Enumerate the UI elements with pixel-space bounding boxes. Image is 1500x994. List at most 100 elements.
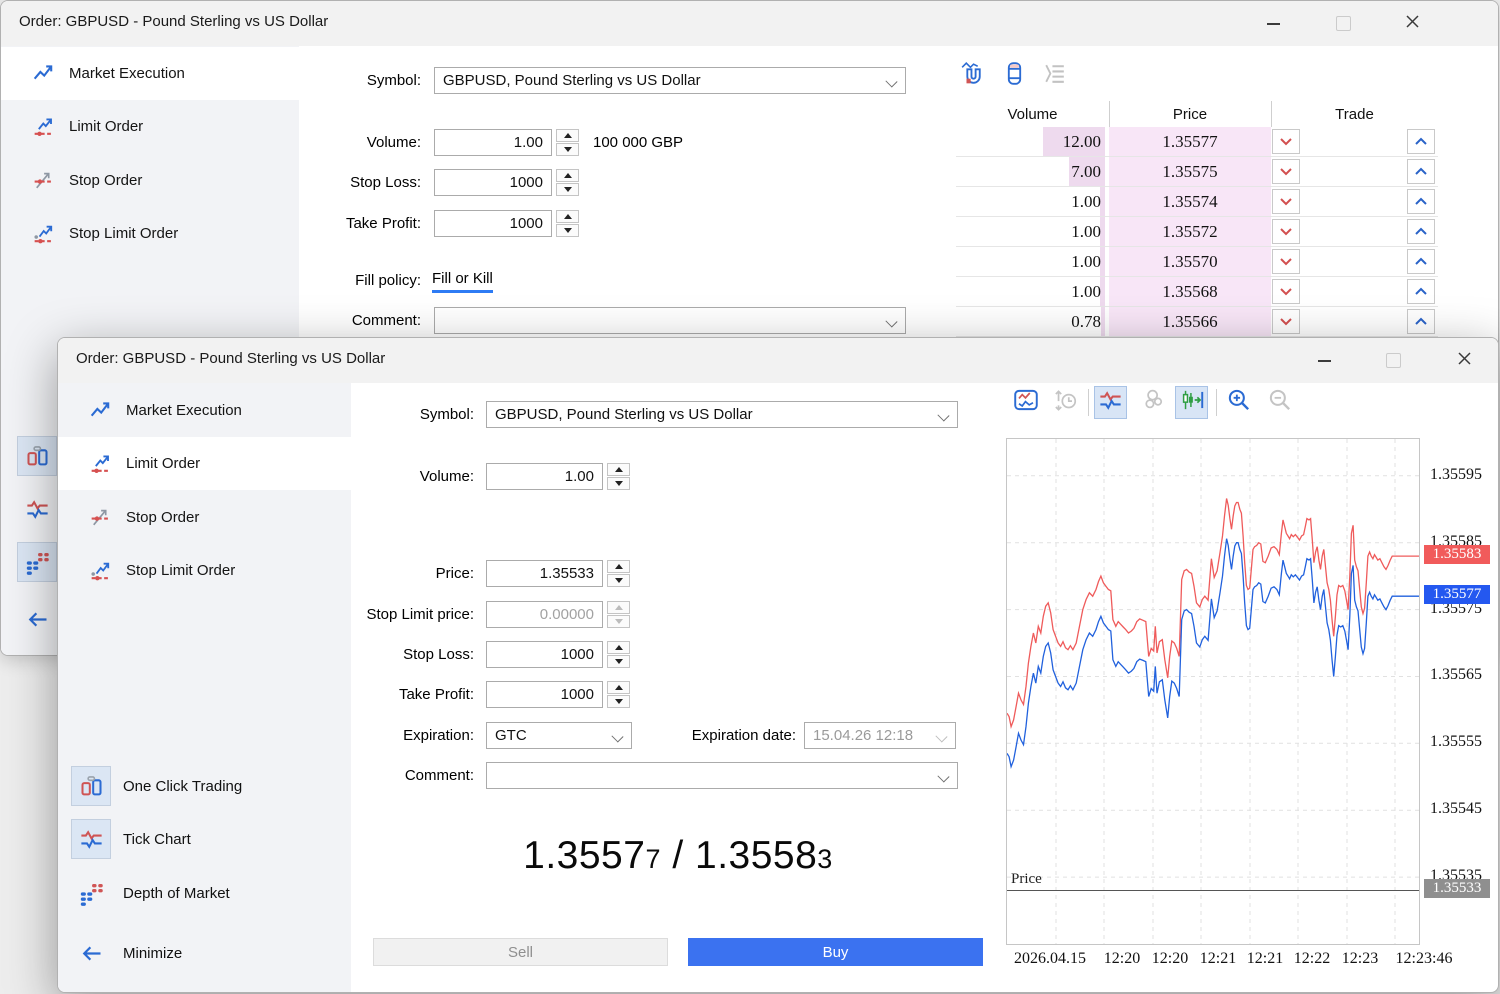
stepper-up[interactable] (607, 681, 630, 694)
stepper-down[interactable] (556, 224, 579, 237)
dom-sell-button[interactable] (1272, 159, 1300, 184)
stepper-up[interactable] (556, 169, 579, 182)
dom-price-cell: 1.35575 (1109, 157, 1271, 186)
tick-chart-icon (71, 819, 111, 859)
dom-buy-button[interactable] (1407, 129, 1435, 154)
sidebar-item-market-execution[interactable]: Market Execution (1, 47, 299, 100)
one-click-trading-toggle[interactable]: One Click Trading (71, 766, 242, 806)
buy-button[interactable]: Buy (688, 938, 983, 966)
dom-buy-button[interactable] (1407, 279, 1435, 304)
dom-volume-cell: 1.00 (956, 247, 1105, 276)
minimize-button[interactable] (1250, 1, 1296, 46)
auto-scale-button[interactable] (1175, 386, 1208, 419)
tick-chart-view-button[interactable] (1094, 386, 1127, 419)
depth-of-market-toggle[interactable]: Depth of Market (71, 873, 230, 913)
one-click-trading-toggle[interactable] (17, 436, 57, 476)
bid-ask-quote: 1.35577 / 1.35583 (338, 834, 1018, 878)
stepper-down[interactable] (607, 655, 630, 668)
dom-volume-cell: 1.00 (956, 187, 1105, 216)
stepper-down[interactable] (607, 695, 630, 708)
magnet-mode-button[interactable] (957, 58, 987, 88)
take-profit-input[interactable]: 1000 (486, 681, 603, 708)
price-stepper[interactable] (607, 560, 630, 587)
symbol-label: Symbol: (314, 406, 474, 423)
dom-buy-button[interactable] (1407, 249, 1435, 274)
sidebar-item-stop-limit-order[interactable]: Stop Limit Order (1, 207, 299, 260)
close-button[interactable] (1389, 1, 1435, 46)
dom-sell-button[interactable] (1272, 249, 1300, 274)
sidebar-item-stop-limit-order[interactable]: Stop Limit Order (58, 544, 351, 597)
stepper-up[interactable] (607, 463, 630, 476)
dom-sell-button[interactable] (1272, 279, 1300, 304)
sidebar-item-stop-order[interactable]: Stop Order (1, 154, 299, 207)
take-profit-stepper[interactable] (607, 681, 630, 708)
price-input[interactable]: 1.35533 (486, 560, 603, 587)
symbol-select[interactable]: GBPUSD, Pound Sterling vs US Dollar (486, 401, 958, 428)
dom-sell-button[interactable] (1272, 129, 1300, 154)
take-profit-input[interactable]: 1000 (434, 210, 552, 237)
comment-input[interactable] (486, 762, 958, 789)
take-profit-stepper[interactable] (556, 210, 579, 237)
sidebar-item-market-execution[interactable]: Market Execution (58, 384, 351, 437)
stepper-up[interactable] (556, 129, 579, 142)
volume-stepper[interactable] (607, 463, 630, 490)
dom-buy-button[interactable] (1407, 309, 1435, 334)
price-scale-label: 1.35545 (1430, 800, 1499, 818)
stop-loss-stepper[interactable] (607, 641, 630, 668)
tick-chart-icon (1097, 387, 1124, 419)
stepper-down[interactable] (607, 574, 630, 587)
stepper-up (607, 601, 630, 614)
dom-row: 12.001.35577 (956, 127, 1438, 157)
comment-input[interactable] (434, 307, 906, 334)
stepper-up[interactable] (556, 210, 579, 223)
fill-policy-label: Fill policy: (261, 272, 421, 289)
minimize-panel-button[interactable]: Minimize (71, 933, 182, 973)
tick-chart-toggle[interactable] (17, 489, 57, 529)
column-divider (1271, 101, 1272, 127)
expiration-select[interactable]: GTC (486, 722, 632, 749)
sidebar-item-stop-order[interactable]: Stop Order (58, 491, 351, 544)
stop-order-icon (31, 168, 57, 194)
maximize-button[interactable] (1370, 338, 1416, 383)
sidebar-item-limit-order[interactable]: Limit Order (58, 437, 351, 490)
fill-policy-value[interactable]: Fill or Kill (432, 270, 493, 293)
stop-loss-input[interactable]: 1000 (434, 169, 552, 196)
symbol-select[interactable]: GBPUSD, Pound Sterling vs US Dollar (434, 67, 906, 94)
stop-loss-input[interactable]: 1000 (486, 641, 603, 668)
chevron-down-icon (885, 75, 897, 87)
clear-button[interactable] (999, 58, 1029, 88)
sidebar-item-limit-order[interactable]: Limit Order (1, 100, 299, 153)
dom-sell-button[interactable] (1272, 309, 1300, 334)
tick-chart-plot[interactable]: Price (1006, 438, 1420, 945)
volume-input[interactable]: 1.00 (486, 463, 603, 490)
stepper-down[interactable] (556, 183, 579, 196)
dom-row: 7.001.35575 (956, 157, 1438, 187)
volume-stepper[interactable] (556, 129, 579, 156)
stepper-down[interactable] (556, 143, 579, 156)
depth-of-market-toggle[interactable] (17, 542, 57, 582)
minimize-button[interactable] (1301, 338, 1347, 383)
stepper-up[interactable] (607, 560, 630, 573)
close-button[interactable] (1441, 338, 1487, 383)
bubbles-view-button (1134, 386, 1167, 419)
dom-sell-button[interactable] (1272, 219, 1300, 244)
time-shift-icon (1051, 386, 1079, 419)
dom-buy-button[interactable] (1407, 159, 1435, 184)
dom-sell-button[interactable] (1272, 189, 1300, 214)
dom-buy-button[interactable] (1407, 219, 1435, 244)
orders-list-icon (1039, 58, 1069, 88)
stepper-up[interactable] (607, 641, 630, 654)
tick-chart-toggle[interactable]: Tick Chart (71, 819, 191, 859)
minimize-panel-button[interactable] (17, 599, 57, 639)
stop-loss-stepper[interactable] (556, 169, 579, 196)
zoom-in-button[interactable] (1222, 386, 1255, 419)
maximize-button[interactable] (1320, 1, 1366, 46)
chart-mode-button[interactable] (1009, 386, 1042, 419)
maximize-icon (1336, 16, 1351, 31)
sell-button[interactable]: Sell (373, 938, 668, 966)
dom-price-cell: 1.35568 (1109, 277, 1271, 306)
stepper-down[interactable] (607, 477, 630, 490)
dom-buy-button[interactable] (1407, 189, 1435, 214)
dom-price-cell: 1.35574 (1109, 187, 1271, 216)
volume-input[interactable]: 1.00 (434, 129, 552, 156)
